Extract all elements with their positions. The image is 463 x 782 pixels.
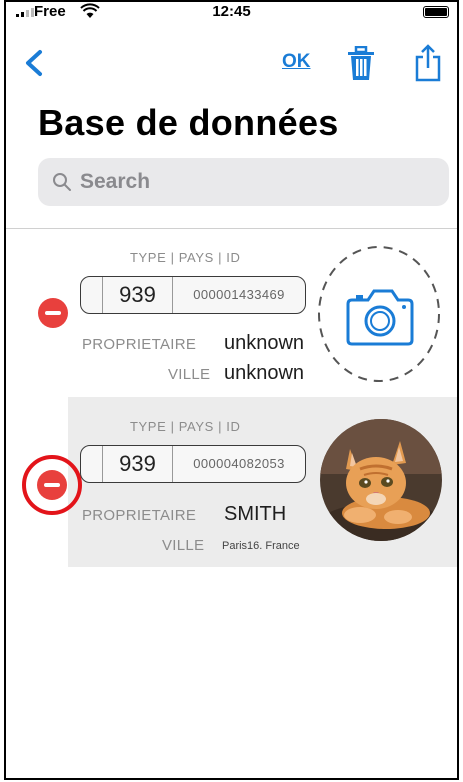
id-field: 939 000001433469 [80,276,306,314]
record-header: TYPE | PAYS | ID [130,250,241,265]
city-value: Paris16. France [222,540,300,552]
phone-screen: Free 12:45 OK Base de données Search TYP… [4,0,459,780]
record-row: TYPE | PAYS | ID 939 000004082053 PROPRI… [6,397,457,567]
id-field: 939 000004082053 [80,445,306,483]
clock: 12:45 [212,3,251,20]
status-bar: Free 12:45 [6,2,457,24]
pet-photo[interactable] [320,419,442,541]
share-icon[interactable] [414,44,442,82]
id-value: 000001433469 [193,287,285,302]
record-header: TYPE | PAYS | ID [130,419,241,434]
divider [6,228,457,229]
owner-value: unknown [224,332,305,354]
back-chevron-icon[interactable] [20,48,50,78]
delete-minus-button[interactable] [38,298,68,328]
owner-value: SMITH [224,503,287,525]
pays-value: 939 [103,446,173,482]
city-label: VILLE [168,366,211,383]
search-bar[interactable] [38,158,449,206]
id-value: 000004082053 [193,456,285,471]
owner-label: PROPRIETAIRE [82,336,197,353]
delete-minus-button[interactable] [37,470,67,500]
page-title: Base de données [38,102,339,143]
city-value: unknown [224,362,305,384]
search-input[interactable] [80,170,420,194]
record-row: TYPE | PAYS | ID 939 000001433469 PROPRI… [6,234,457,394]
battery-icon [423,6,449,18]
pays-value: 939 [103,277,173,313]
camera-icon [346,289,414,346]
trash-icon[interactable] [346,46,376,82]
add-photo-button[interactable] [316,244,442,384]
ok-button[interactable]: OK [282,51,311,73]
search-icon [53,173,71,191]
owner-label: PROPRIETAIRE [82,507,197,524]
kitten-photo-icon [320,419,442,541]
city-label: VILLE [162,537,205,554]
